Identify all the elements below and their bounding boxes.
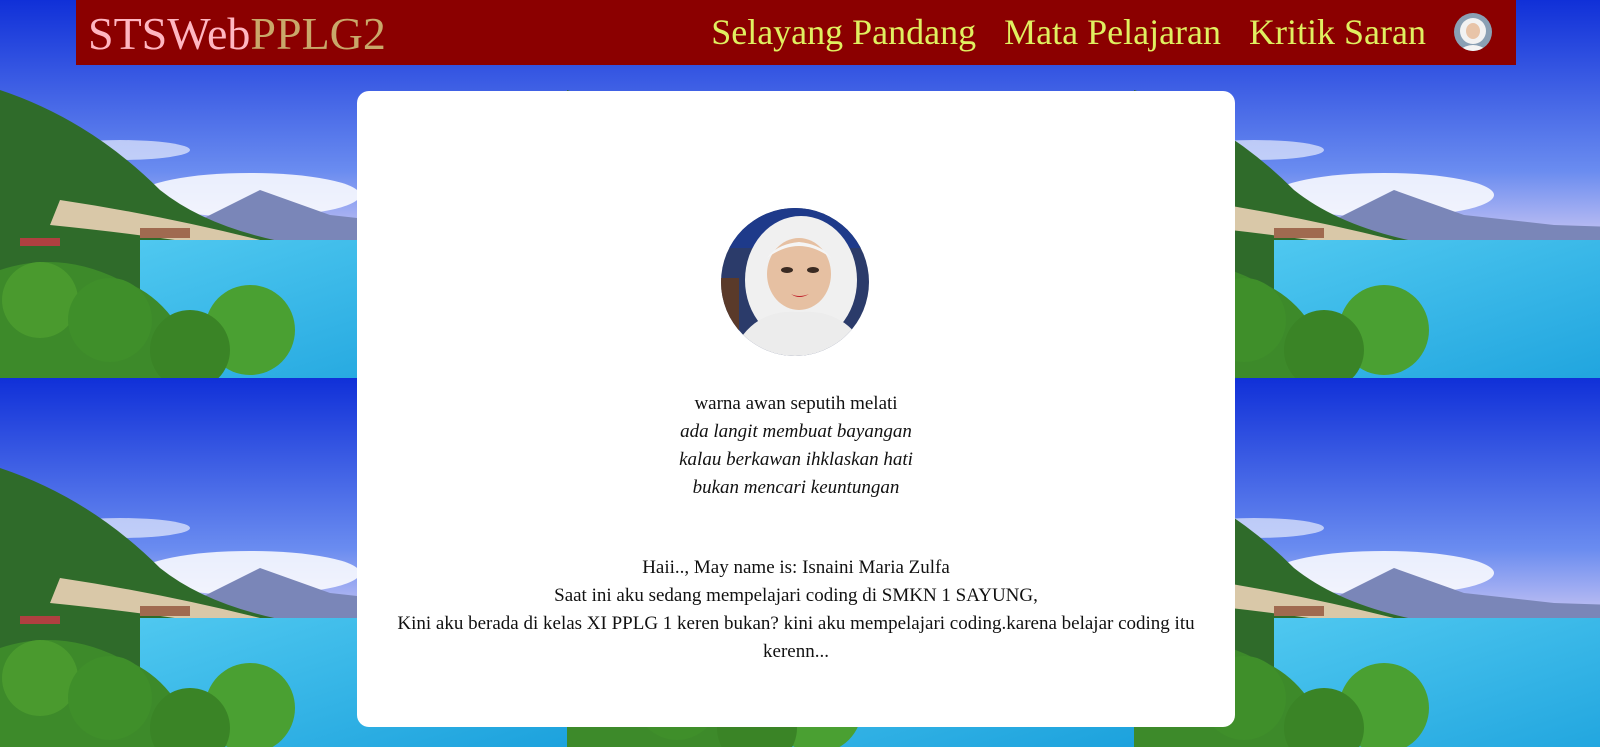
- profile-card: warna awan seputih melati ada langit mem…: [357, 91, 1235, 727]
- site-brand[interactable]: STSWebPPLG2: [88, 6, 386, 62]
- intro-line: Saat ini aku sedang mempelajari coding d…: [554, 585, 1038, 606]
- nav-links: Selayang Pandang Mata Pelajaran Kritik S…: [711, 10, 1426, 54]
- nav-kritik-saran[interactable]: Kritik Saran: [1249, 10, 1426, 54]
- brand-part-2: PPLG2: [250, 8, 386, 59]
- poem-line: kalau berkawan ihklaskan hati: [679, 449, 913, 470]
- poem-line: ada langit membuat bayangan: [680, 421, 912, 442]
- nav-selayang-pandang[interactable]: Selayang Pandang: [711, 10, 976, 54]
- poem-line: warna awan seputih melati: [694, 393, 898, 414]
- intro-line: Haii.., May name is: Isnaini Maria Zulfa: [642, 557, 950, 578]
- profile-avatar-icon[interactable]: [1454, 13, 1492, 51]
- poem-line: bukan mencari keuntungan: [692, 477, 900, 498]
- top-navbar: STSWebPPLG2 Selayang Pandang Mata Pelaja…: [76, 0, 1516, 65]
- brand-part-1: STSWeb: [88, 8, 251, 59]
- profile-photo: [721, 208, 869, 356]
- intro-text: Haii.., May name is: Isnaini Maria Zulfa…: [397, 554, 1195, 666]
- nav-mata-pelajaran[interactable]: Mata Pelajaran: [1004, 10, 1221, 54]
- intro-line: Kini aku berada di kelas XI PPLG 1 keren…: [397, 613, 1195, 662]
- poem: warna awan seputih melati ada langit mem…: [357, 390, 1235, 502]
